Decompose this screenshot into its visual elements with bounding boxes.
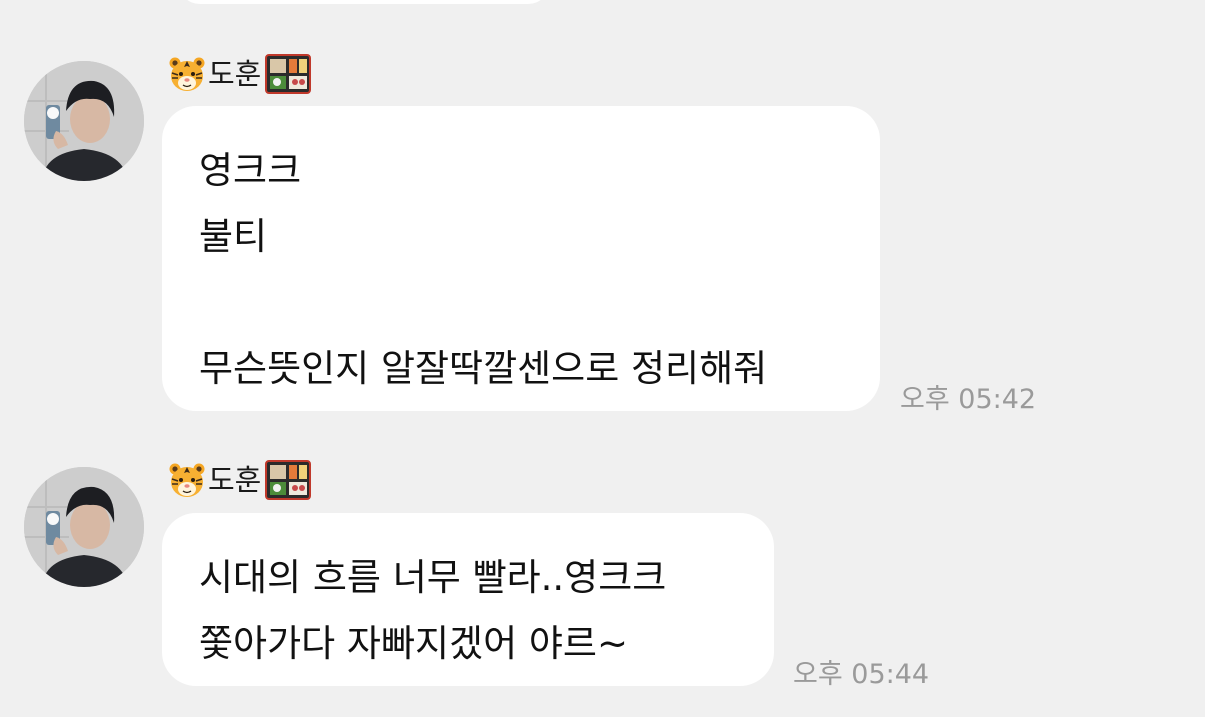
- profile-photo: [24, 467, 144, 587]
- tiger-face-emoji-icon: [169, 463, 205, 497]
- message-line: 불티: [199, 215, 268, 258]
- tiger-face-emoji-icon: [169, 57, 205, 91]
- avatar[interactable]: [24, 467, 144, 587]
- message-line: 시대의 흐름 너무 빨라..영크크: [199, 556, 667, 599]
- message-line: 영크크: [199, 149, 302, 192]
- sender-name-row: 도훈: [168, 52, 312, 96]
- bento-box-emoji-icon: [265, 54, 312, 94]
- message-bubble[interactable]: 시대의 흐름 너무 빨라..영크크 쫓아가다 자빠지겠어 야르~: [162, 513, 774, 686]
- bento-box-emoji-icon: [265, 460, 312, 500]
- sender-name: 도훈: [208, 57, 262, 91]
- previous-message-bubble[interactable]: [178, 0, 550, 4]
- message-line: 쫓아가다 자빠지겠어 야르~: [199, 622, 628, 665]
- message-timestamp: 오후 05:42: [900, 384, 1037, 415]
- profile-photo: [24, 61, 144, 181]
- message-bubble[interactable]: 영크크 불티 무슨뜻인지 알잘딱깔센으로 정리해줘: [162, 106, 880, 411]
- message-timestamp: 오후 05:44: [793, 659, 930, 690]
- message-line: 무슨뜻인지 알잘딱깔센으로 정리해줘: [199, 347, 768, 390]
- avatar[interactable]: [24, 61, 144, 181]
- sender-name: 도훈: [208, 463, 262, 497]
- message-line: [199, 270, 844, 336]
- sender-name-row: 도훈: [168, 458, 312, 502]
- chat-area: 도훈 영크크 불티 무슨뜻인지 알잘딱깔센으로 정리해줘 오후 05:42 도훈…: [0, 0, 1205, 717]
